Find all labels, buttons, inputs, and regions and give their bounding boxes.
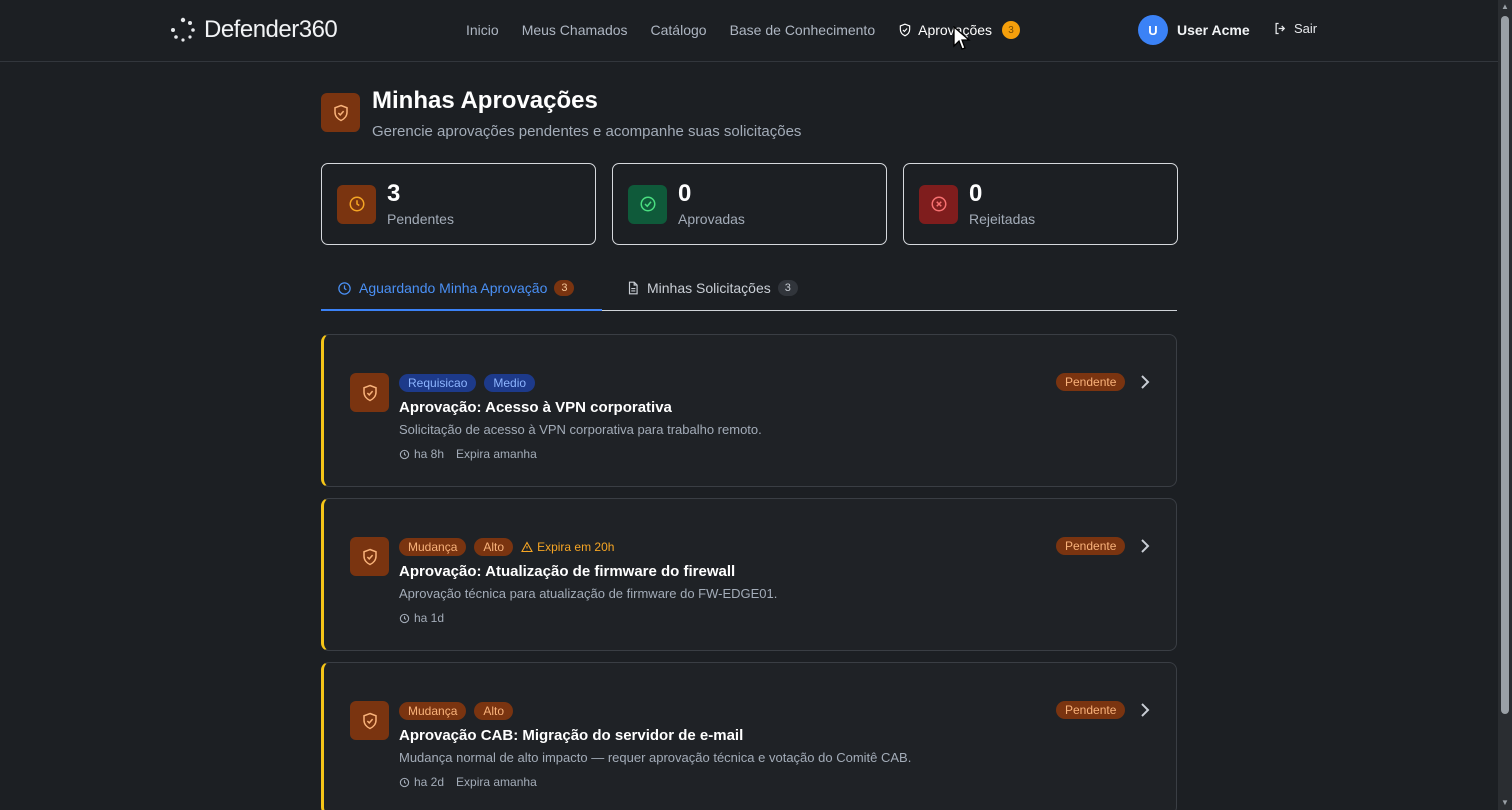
nav-link-meus-chamados[interactable]: Meus Chamados <box>522 22 628 38</box>
clock-icon <box>338 281 351 295</box>
stats-row: 3 Pendentes 0 Aprovadas 0 Rejeitadas <box>321 163 1178 245</box>
approval-card[interactable]: Mudança Alto Aprovação CAB: Migração do … <box>321 662 1177 810</box>
shield-icon <box>350 373 389 412</box>
shield-icon <box>350 701 389 740</box>
card-expiry: Expira amanha <box>456 775 537 789</box>
nav-link-inicio[interactable]: Inicio <box>466 22 499 38</box>
clock-icon <box>337 184 376 224</box>
nav-link-base-conhecimento[interactable]: Base de Conhecimento <box>730 22 876 38</box>
card-time: ha 2d <box>414 775 445 789</box>
brand-name: Defender360 <box>204 16 338 43</box>
tab-count-badge: 3 <box>777 280 798 296</box>
brand-logo[interactable]: Defender360 <box>170 16 338 44</box>
page-title: Minhas Aprovações <box>372 87 598 114</box>
scroll-down-arrow-icon[interactable]: ▼ <box>1501 799 1509 807</box>
nav-link-catalogo[interactable]: Catálogo <box>651 22 707 38</box>
tab-label: Aguardando Minha Aprovação <box>359 280 548 296</box>
stat-value: 3 <box>387 179 401 207</box>
expiry-warning: Expira em 20h <box>521 540 614 554</box>
tab-minhas-solicitacoes[interactable]: Minhas Solicitações 3 <box>626 280 798 296</box>
chevron-right-icon[interactable] <box>1138 537 1152 555</box>
page-header: Minhas Aprovações Gerencie aprovações pe… <box>321 88 801 140</box>
priority-tag: Alto <box>474 538 514 556</box>
user-name: User Acme <box>1177 22 1250 38</box>
tab-aguardando-aprovacao[interactable]: Aguardando Minha Aprovação 3 <box>337 280 575 296</box>
check-circle-icon <box>628 184 667 224</box>
dots-logo-icon <box>171 17 195 42</box>
approval-tabs: Aguardando Minha Aprovação 3 Minhas Soli… <box>321 268 1177 311</box>
chevron-right-icon[interactable] <box>1138 701 1152 719</box>
stat-value: 0 <box>678 179 692 207</box>
clock-icon <box>399 777 410 787</box>
top-navbar: Defender360 Inicio Meus Chamados Catálog… <box>0 0 1498 62</box>
active-tab-indicator <box>321 309 602 311</box>
logout-icon <box>1275 22 1286 35</box>
stat-label: Pendentes <box>387 210 454 227</box>
card-expiry: Expira amanha <box>456 447 537 461</box>
stat-value: 0 <box>969 179 983 207</box>
type-tag: Mudança <box>399 538 467 556</box>
card-time: ha 1d <box>414 611 445 625</box>
card-description: Solicitação de acesso à VPN corporativa … <box>399 422 762 437</box>
card-title: Aprovação: Atualização de firmware do fi… <box>399 563 736 580</box>
document-icon <box>628 281 638 295</box>
logout-button[interactable]: Sair <box>1273 21 1317 36</box>
main-nav: Inicio Meus Chamados Catálogo Base de Co… <box>466 21 1021 39</box>
x-circle-icon <box>919 184 958 224</box>
tab-count-badge: 3 <box>554 280 575 296</box>
scroll-thumb[interactable] <box>1501 16 1509 714</box>
priority-tag: Medio <box>484 374 536 392</box>
logout-label: Sair <box>1294 21 1318 36</box>
status-badge: Pendente <box>1056 373 1126 391</box>
chevron-right-icon[interactable] <box>1138 373 1152 391</box>
mouse-cursor-icon <box>953 26 971 50</box>
card-time: ha 8h <box>414 447 445 461</box>
priority-tag: Alto <box>474 702 514 720</box>
status-badge: Pendente <box>1056 701 1126 719</box>
card-description: Mudança normal de alto impacto — requer … <box>399 750 912 765</box>
card-description: Aprovação técnica para atualização de fi… <box>399 586 778 601</box>
header-shield-icon <box>321 93 360 132</box>
shield-icon <box>899 23 911 37</box>
shield-icon <box>350 537 389 576</box>
tab-label: Minhas Solicitações <box>647 280 771 296</box>
stat-label: Aprovadas <box>678 210 745 227</box>
stat-card-rejeitadas: 0 Rejeitadas <box>903 163 1178 245</box>
approval-card[interactable]: Mudança Alto Expira em 20h Aprovação: At… <box>321 498 1177 651</box>
stat-card-pendentes: 3 Pendentes <box>321 163 596 245</box>
stat-label: Rejeitadas <box>969 210 1036 227</box>
clock-icon <box>399 449 410 459</box>
warning-icon <box>521 541 533 553</box>
stat-card-aprovadas: 0 Aprovadas <box>612 163 887 245</box>
page-scrollbar[interactable]: ▲ ▼ <box>1498 0 1512 810</box>
expiry-warning-label: Expira em 20h <box>537 540 615 554</box>
card-title: Aprovação: Acesso à VPN corporativa <box>399 399 672 416</box>
clock-icon <box>399 613 410 623</box>
user-menu[interactable]: U User Acme <box>1138 15 1250 45</box>
scroll-up-arrow-icon[interactable]: ▲ <box>1501 3 1509 11</box>
page-subtitle: Gerencie aprovações pendentes e acompanh… <box>372 123 802 140</box>
card-title: Aprovação CAB: Migração do servidor de e… <box>399 727 744 744</box>
approvals-count-badge: 3 <box>1002 21 1021 39</box>
avatar: U <box>1138 15 1168 45</box>
type-tag: Mudança <box>399 702 467 720</box>
status-badge: Pendente <box>1056 537 1126 555</box>
type-tag: Requisicao <box>399 374 477 392</box>
approval-card[interactable]: Requisicao Medio Aprovação: Acesso à VPN… <box>321 334 1177 487</box>
